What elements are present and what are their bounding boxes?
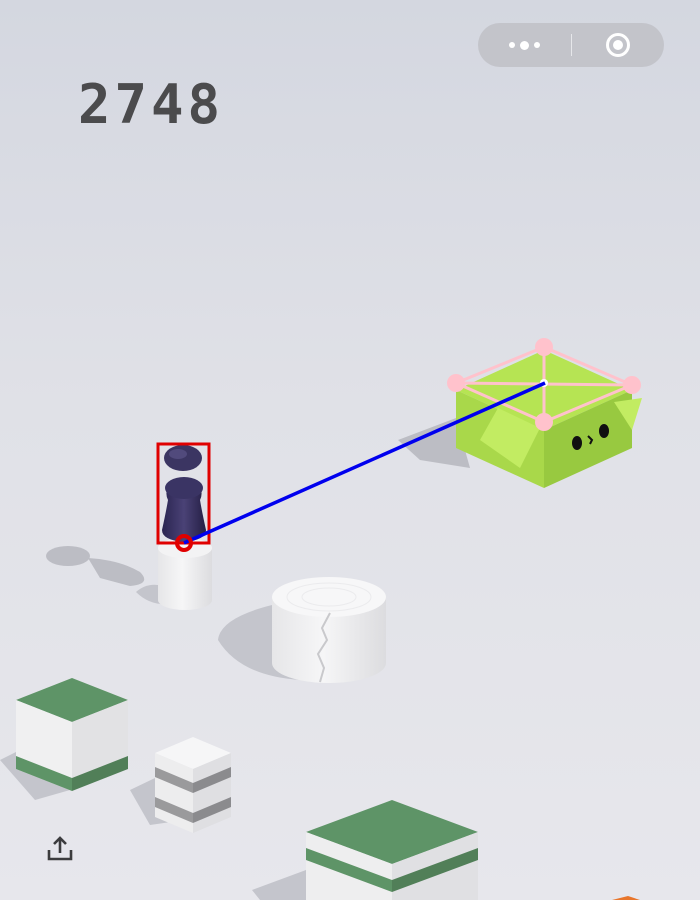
share-icon: [47, 836, 73, 861]
platform-white-cylinder: [218, 577, 386, 683]
box-face-right-eye: [599, 424, 609, 438]
player-shadow: [46, 546, 170, 605]
platform-orange-edge: [612, 896, 640, 900]
platform-green-stack-bottom: [252, 800, 478, 900]
platform-grey-striped: [130, 737, 231, 833]
box-face-left-eye: [572, 436, 582, 450]
target-green-box: [398, 350, 642, 488]
game-scene[interactable]: [0, 0, 700, 900]
platform-green-stack-left: [0, 678, 128, 800]
share-button[interactable]: [44, 833, 76, 865]
player-piece: [162, 445, 206, 542]
